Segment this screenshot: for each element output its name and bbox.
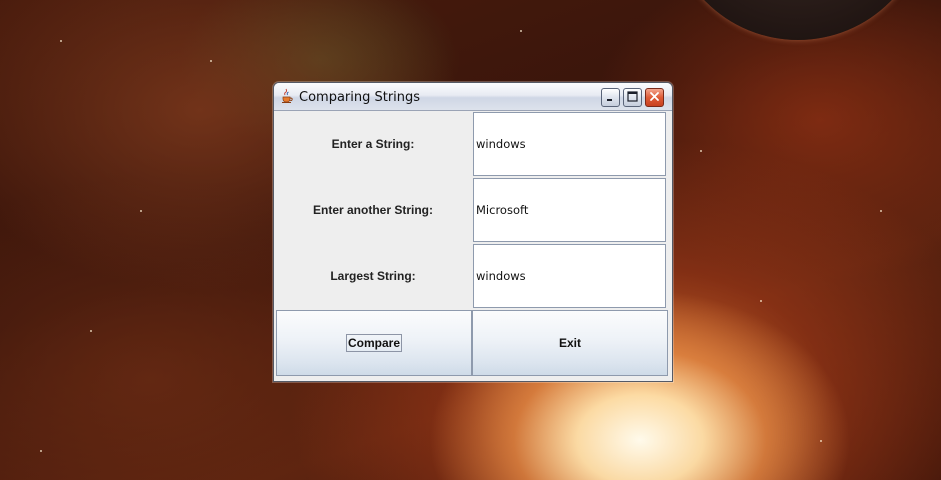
- second-string-label: Enter another String:: [312, 203, 433, 217]
- maximize-button[interactable]: [623, 88, 642, 107]
- first-string-input[interactable]: [473, 112, 666, 176]
- minimize-icon: [606, 89, 615, 107]
- comparing-strings-window: Comparing Strings Enter a String: Enter …: [273, 82, 673, 382]
- first-string-label: Enter a String:: [331, 137, 415, 151]
- minimize-button[interactable]: [601, 88, 620, 107]
- window-title: Comparing Strings: [299, 90, 421, 105]
- largest-string-output[interactable]: [473, 244, 666, 308]
- largest-string-label: Largest String:: [330, 269, 416, 283]
- compare-button[interactable]: Compare: [276, 310, 472, 376]
- close-button[interactable]: [645, 88, 664, 107]
- content-panel: Enter a String: Enter another String: La…: [276, 112, 668, 378]
- title-bar[interactable]: Comparing Strings: [274, 83, 672, 111]
- java-cup-icon: [279, 88, 295, 104]
- close-icon: [649, 89, 660, 107]
- maximize-icon: [627, 89, 638, 107]
- exit-button-label: Exit: [558, 336, 581, 350]
- second-string-input[interactable]: [473, 178, 666, 242]
- compare-button-label: Compare: [345, 334, 402, 352]
- desktop-planet: [668, 0, 928, 40]
- exit-button[interactable]: Exit: [472, 310, 668, 376]
